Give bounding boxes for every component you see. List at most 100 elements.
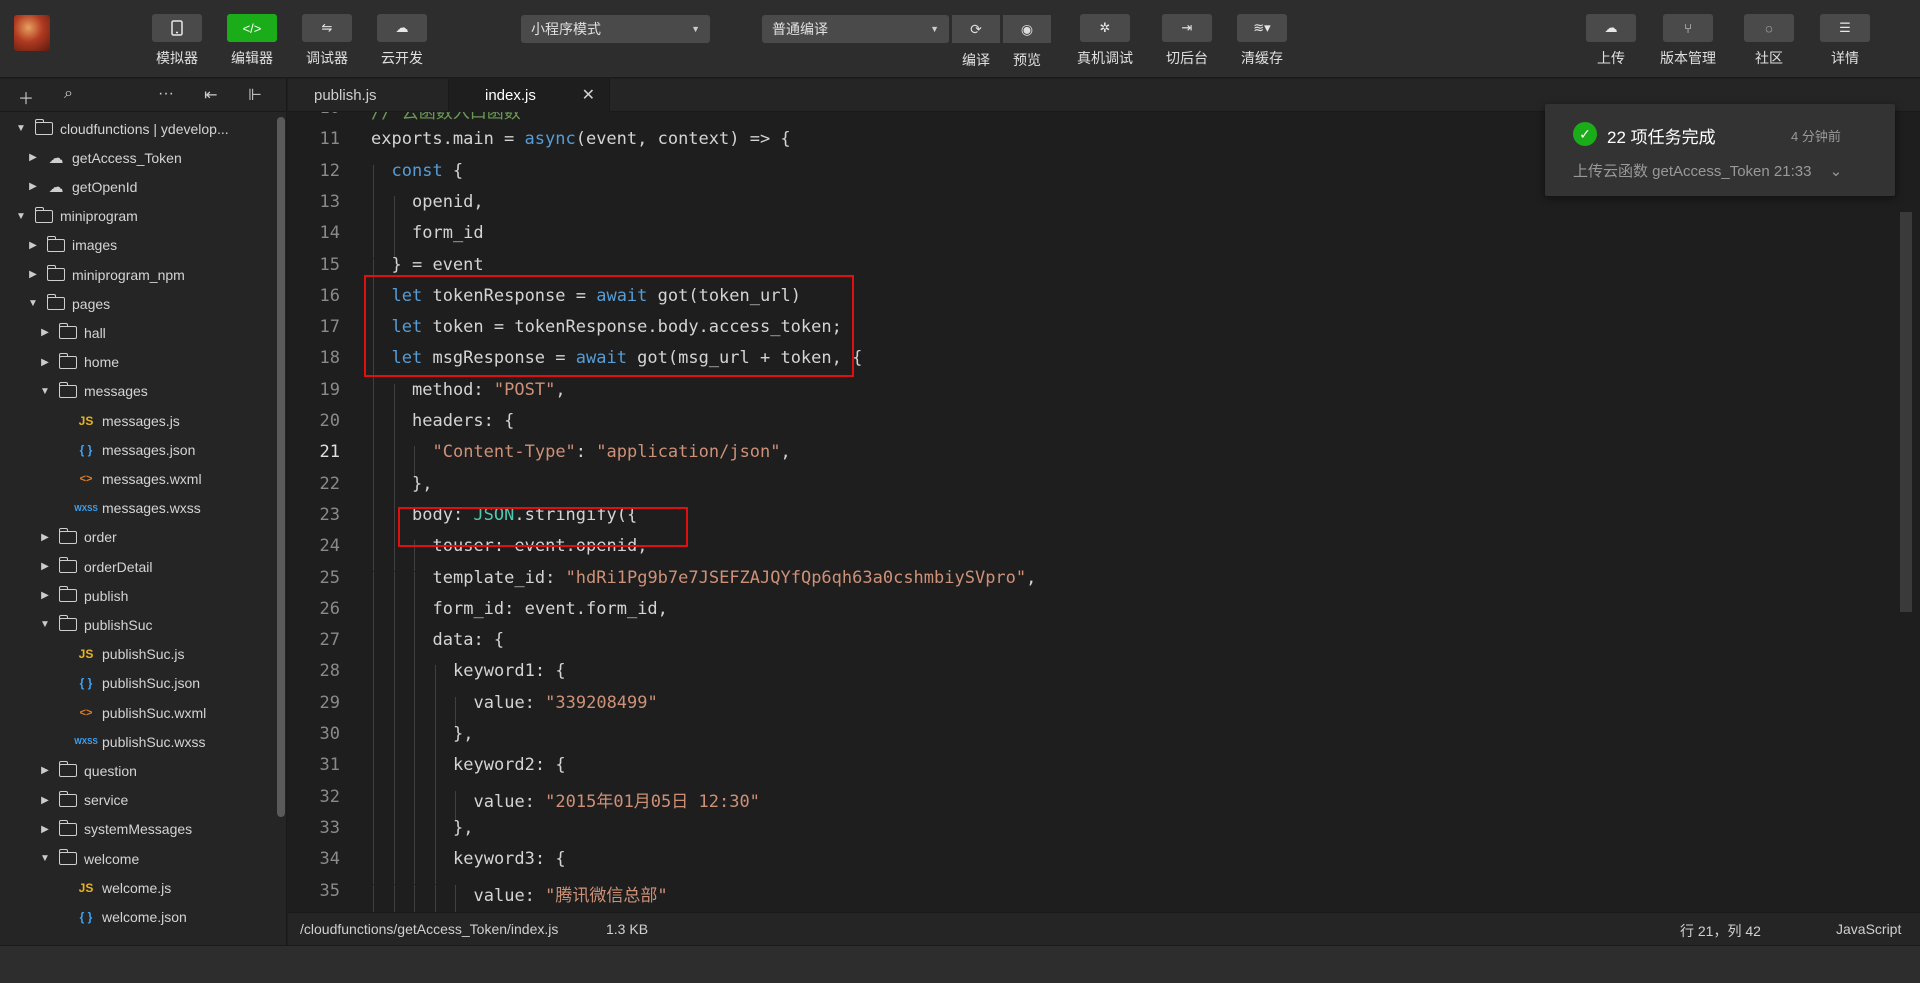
file-size: 1.3 KB xyxy=(606,921,649,937)
annotation-highlight-box xyxy=(398,507,688,547)
indent-guide xyxy=(434,790,436,822)
folder-shape xyxy=(58,527,77,544)
line-number: 30 xyxy=(319,724,340,744)
collapse-all-icon[interactable]: ⇤ xyxy=(204,85,217,105)
tree-item[interactable]: ▼ welcome xyxy=(0,844,139,873)
more-icon[interactable]: ··· xyxy=(158,85,174,103)
tree-item[interactable]: ▼ pages xyxy=(0,289,110,318)
tree-item[interactable]: ▶ ☁ getOpenId xyxy=(0,172,137,201)
indent-guide xyxy=(434,884,436,912)
check-icon: ✓ xyxy=(1573,122,1597,146)
file-type-glyph: <> xyxy=(79,706,93,719)
upload-button[interactable]: ☁ 上传 xyxy=(1586,14,1636,68)
toggle-panel-icon[interactable]: ⊩ xyxy=(248,85,262,105)
tree-item[interactable]: ▶ ☁ getAccess_Token xyxy=(0,143,182,172)
indent-guide xyxy=(414,696,415,728)
code-token: : xyxy=(575,442,597,463)
code-line: const { xyxy=(392,161,464,181)
preview-button[interactable]: ◉ xyxy=(1003,15,1051,43)
tab-publish-js[interactable]: publish.js xyxy=(288,79,448,112)
indent-guide xyxy=(414,821,415,854)
tree-item-label: welcome xyxy=(84,850,140,867)
js-file-icon: JS xyxy=(76,414,96,428)
file-type-glyph: JS xyxy=(78,880,94,895)
code-token: "POST" xyxy=(493,379,556,400)
code-icon: </> xyxy=(227,14,277,42)
tree-item[interactable]: ▼ cloudfunctions | ydevelop... xyxy=(0,114,229,143)
tree-item[interactable]: { } messages.json xyxy=(0,435,196,464)
cloud-dev-button[interactable]: ☁ 云开发 xyxy=(377,14,427,68)
tree-item-label: messages.wxss xyxy=(102,500,201,517)
code-token: }, xyxy=(453,817,474,838)
tree-item[interactable]: ▼ publishSuc xyxy=(0,610,153,639)
code-token: keyword1: { xyxy=(453,661,566,682)
version-button[interactable]: ⑂ 版本管理 xyxy=(1660,14,1716,68)
tree-item-label: publishSuc.wxml xyxy=(102,704,207,721)
user-avatar[interactable] xyxy=(14,15,50,51)
expanded-arrow-icon: ▼ xyxy=(40,619,50,631)
compile-button[interactable]: ⟳ xyxy=(952,15,1000,43)
tree-item-label: systemMessages xyxy=(84,821,193,838)
tree-item[interactable]: <> messages.wxml xyxy=(0,464,202,493)
details-button[interactable]: ☰ 详情 xyxy=(1820,14,1870,68)
tree-item[interactable]: { } publishSuc.json xyxy=(0,669,200,698)
language-mode[interactable]: JavaScript xyxy=(1836,921,1901,937)
indent-guide xyxy=(373,383,374,415)
tree-item[interactable]: ▶ systemMessages xyxy=(0,815,192,844)
background-button[interactable]: ⇥ 切后台 xyxy=(1162,14,1212,68)
line-number: 18 xyxy=(319,348,340,369)
tree-item[interactable]: ▶ home xyxy=(0,348,119,377)
tab-index-js[interactable]: index.js ✕ xyxy=(448,79,610,112)
mode-select[interactable]: 小程序模式 ▼ xyxy=(521,15,710,43)
chevron-down-icon[interactable]: ⌄ xyxy=(1830,163,1843,180)
tree-item-label: cloudfunctions | ydevelop... xyxy=(60,120,229,137)
file-type-glyph: ☁ xyxy=(48,149,64,167)
real-device-debug-button[interactable]: ✲ 真机调试 xyxy=(1077,14,1133,68)
cursor-position[interactable]: 行 21，列 42 xyxy=(1680,921,1761,941)
code-token: "339208499" xyxy=(545,692,658,713)
folder-icon xyxy=(58,615,78,632)
code-token: method: xyxy=(412,379,494,400)
indent-guide xyxy=(393,821,395,854)
code-line: data: { xyxy=(433,630,505,650)
tree-item[interactable]: JS publishSuc.js xyxy=(0,640,185,669)
explorer-scrollbar[interactable] xyxy=(277,117,285,817)
tree-item[interactable]: JS welcome.js xyxy=(0,873,172,902)
tree-item[interactable]: WXSS messages.wxss xyxy=(0,494,201,523)
close-icon[interactable]: ✕ xyxy=(582,79,595,112)
tree-item[interactable]: <> publishSuc.wxml xyxy=(0,698,207,727)
indent-guide xyxy=(393,884,395,912)
tree-item[interactable]: ▶ hall xyxy=(0,318,106,347)
search-icon[interactable]: ⌕ xyxy=(64,85,73,103)
debugger-button[interactable]: ⇋ 调试器 xyxy=(302,14,352,68)
code-token: , xyxy=(1026,567,1037,588)
tree-item[interactable]: ▶ publish xyxy=(0,581,128,610)
code-editor[interactable]: 10 // 云函数入口函数 11 exports.main = async(event… xyxy=(288,112,1920,912)
refresh-icon: ⟳ xyxy=(970,20,982,37)
annotation-highlight-box xyxy=(364,275,854,377)
simulator-button[interactable]: 模拟器 xyxy=(152,14,202,68)
community-button[interactable]: ◌ 社区 xyxy=(1744,14,1794,68)
tree-item[interactable]: { } welcome.json xyxy=(0,902,187,931)
folder-icon xyxy=(58,323,78,340)
clear-cache-button[interactable]: ≋▾ 清缓存 xyxy=(1237,14,1287,68)
tree-item[interactable]: WXSS publishSuc.wxss xyxy=(0,727,205,756)
tree-item[interactable]: ▶ service xyxy=(0,786,128,815)
tree-item[interactable]: ▼ miniprogram xyxy=(0,202,138,231)
line-number: 32 xyxy=(319,786,340,807)
tree-item[interactable]: ▼ messages xyxy=(0,377,148,406)
editor-scrollbar[interactable] xyxy=(1900,212,1912,612)
tree-item[interactable]: ▶ miniprogram_npm xyxy=(0,260,185,289)
compile-mode-select[interactable]: 普通编译 ▼ xyxy=(762,15,949,43)
tree-item[interactable]: ▶ orderDetail xyxy=(0,552,152,581)
tree-item[interactable]: ▶ images xyxy=(0,231,117,260)
code-line: "Content-Type": "application/json", xyxy=(433,442,791,462)
tree-item[interactable]: JS messages.js xyxy=(0,406,180,435)
indent-guide xyxy=(373,477,374,509)
tree-item[interactable]: ▶ question xyxy=(0,756,137,785)
tree-item[interactable]: ▶ order xyxy=(0,523,117,552)
folder-icon xyxy=(34,206,54,223)
indent-guide xyxy=(393,508,395,541)
editor-button[interactable]: </> 编辑器 xyxy=(227,14,277,68)
add-icon[interactable]: ＋ xyxy=(18,85,34,109)
